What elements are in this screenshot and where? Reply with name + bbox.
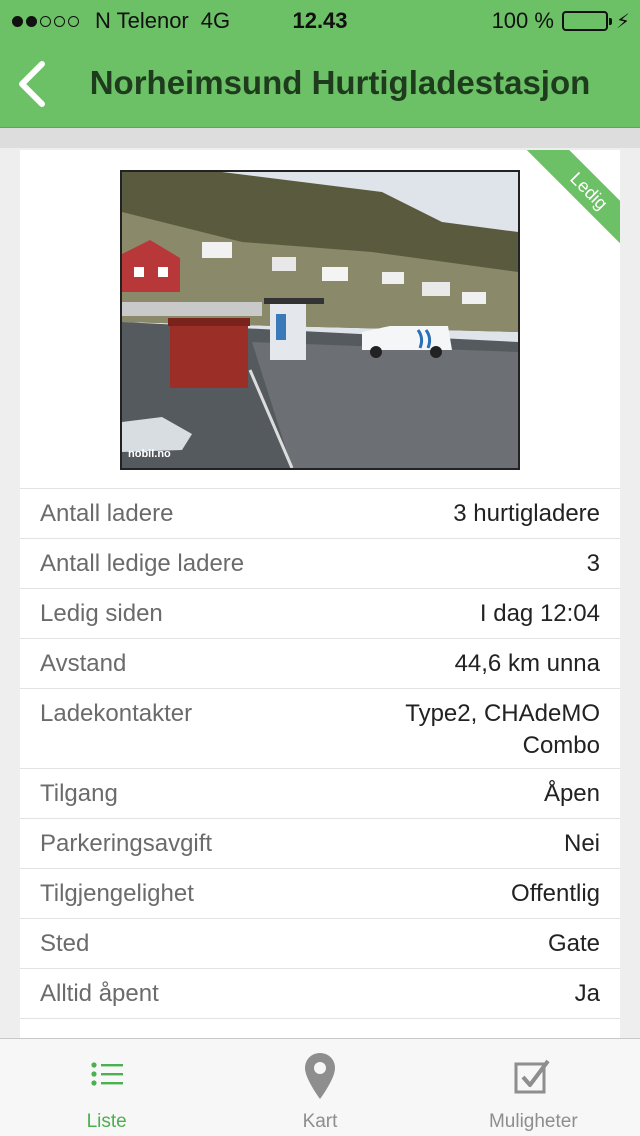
detail-row-antall-ledige-ladere: Antall ledige ladere 3 xyxy=(20,538,620,588)
tab-muligheter[interactable]: Muligheter xyxy=(427,1039,640,1136)
detail-value: 44,6 km unna xyxy=(454,650,600,677)
detail-value-line-1: Type2, CHAdeMO xyxy=(405,700,600,727)
detail-row-ladekontakter: Ladekontakter Type2, CHAdeMO Combo xyxy=(20,688,620,768)
detail-value: Ja xyxy=(574,980,600,1007)
detail-value: Åpen xyxy=(543,780,600,807)
tab-label: Liste xyxy=(86,1111,127,1132)
photo-watermark: nobil.no xyxy=(128,448,171,460)
detail-label: Ledig siden xyxy=(40,600,163,627)
status-badge: Ledig xyxy=(525,150,620,250)
station-details: Antall ladere 3 hurtigladere Antall ledi… xyxy=(20,488,620,1038)
detail-row-avstand: Avstand 44,6 km unna xyxy=(20,638,620,688)
station-card: Ledig nobil.no Antall ladere 3 hurtiglad… xyxy=(20,150,620,1038)
page-title: Norheimsund Hurtigladestasjon xyxy=(89,64,591,101)
detail-value: 3 hurtigladere xyxy=(453,500,600,527)
chevron-left-icon xyxy=(19,61,45,107)
checkbox-icon xyxy=(514,1059,550,1094)
detail-label: Sted xyxy=(40,930,90,957)
battery-status: 100 % ⚡︎ xyxy=(492,8,630,34)
detail-label: Parkeringsavgift xyxy=(40,830,213,857)
detail-row-partial xyxy=(20,1018,620,1038)
station-photo[interactable]: nobil.no xyxy=(120,170,520,470)
detail-value: I dag 12:04 xyxy=(479,600,600,627)
station-photo-image xyxy=(122,172,518,468)
detail-label: Antall ledige ladere xyxy=(40,550,245,577)
tab-label: Kart xyxy=(302,1111,338,1132)
detail-value: Nei xyxy=(563,830,600,857)
back-button[interactable] xyxy=(14,60,54,108)
detail-label: Avstand xyxy=(40,650,127,677)
detail-label: Alltid åpent xyxy=(40,980,159,1007)
detail-row-tilgang: Tilgang Åpen xyxy=(20,768,620,818)
status-bar: N Telenor 4G 12.43 100 % ⚡︎ xyxy=(0,0,640,40)
detail-row-sted: Sted Gate xyxy=(20,918,620,968)
detail-row-parkeringsavgift: Parkeringsavgift Nei xyxy=(20,818,620,868)
tab-liste[interactable]: Liste xyxy=(0,1039,213,1136)
charging-icon: ⚡︎ xyxy=(615,10,630,33)
detail-row-tilgjengelighet: Tilgjengelighet Offentlig xyxy=(20,868,620,918)
detail-value-line-2: Combo xyxy=(522,732,600,759)
detail-value: Gate xyxy=(547,930,600,957)
tab-label: Muligheter xyxy=(488,1111,578,1132)
battery-icon xyxy=(561,11,612,31)
detail-value: Offentlig xyxy=(511,880,600,907)
tab-bar: Liste Kart Muligheter xyxy=(0,1038,640,1136)
header-divider xyxy=(0,128,640,148)
detail-row-alltid-apent: Alltid åpent Ja xyxy=(20,968,620,1018)
map-pin-icon xyxy=(304,1053,335,1099)
detail-row-antall-ladere: Antall ladere 3 hurtigladere xyxy=(20,488,620,538)
list-icon xyxy=(91,1062,123,1086)
battery-percent: 100 % xyxy=(491,8,554,33)
detail-value: Type2, CHAdeMO Combo xyxy=(405,698,600,762)
detail-row-ledig-siden: Ledig siden I dag 12:04 xyxy=(20,588,620,638)
tab-kart[interactable]: Kart xyxy=(213,1039,426,1136)
status-ribbon: Ledig xyxy=(520,150,620,250)
detail-label: Antall ladere xyxy=(40,500,174,527)
navigation-bar: Norheimsund Hurtigladestasjon xyxy=(0,40,640,128)
detail-label: Tilgang xyxy=(40,780,118,807)
detail-label: Tilgjengelighet xyxy=(40,880,194,907)
detail-label: Ladekontakter xyxy=(40,700,193,727)
detail-value: 3 xyxy=(586,550,600,577)
